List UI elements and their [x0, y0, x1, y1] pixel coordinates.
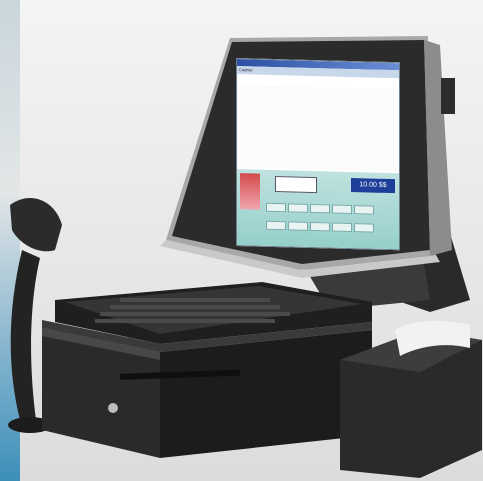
screen-item-box — [275, 176, 317, 194]
screen-bottom-panel: 10.00 $$ — [237, 169, 399, 250]
pos-system-photo: Cashier 10.00 $$ — [0, 0, 483, 481]
product-photo — [240, 173, 260, 210]
screen-keys — [265, 200, 385, 233]
cash-drawer-icon — [42, 320, 372, 458]
screen-items-area — [237, 85, 399, 172]
screen-header-cashier: Cashier — [239, 67, 253, 73]
customer-display-icon — [441, 78, 455, 114]
drawer-lock-icon — [108, 403, 118, 413]
screen-total: 10.00 $$ — [351, 178, 395, 194]
pos-screen: Cashier 10.00 $$ — [236, 58, 400, 251]
